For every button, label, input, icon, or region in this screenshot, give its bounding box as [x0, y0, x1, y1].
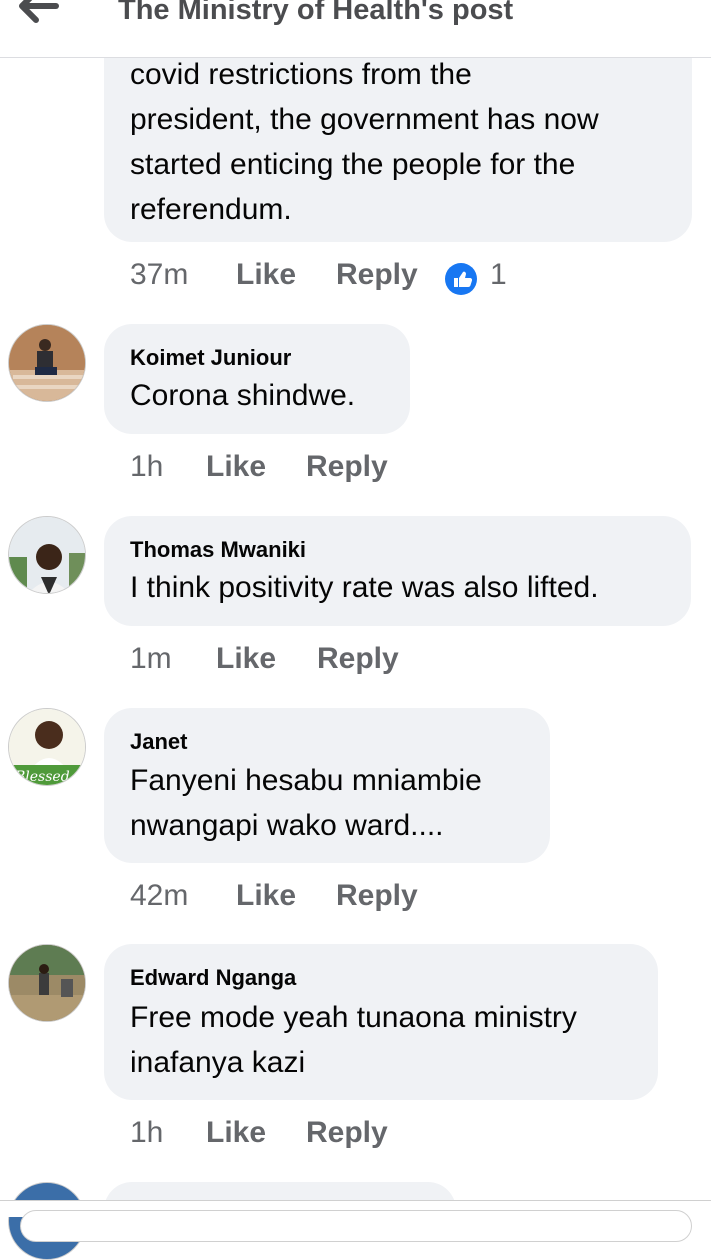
page-title: The Ministry of Health's post: [118, 0, 514, 26]
like-reaction-icon: [444, 262, 478, 304]
comment-text: Fanyeni hesabu mniambie nwangapi wako wa…: [130, 764, 482, 842]
comment-text: I think positivity rate was also lifted.: [130, 571, 599, 604]
comment-time: 37m: [130, 258, 189, 291]
comment-author[interactable]: Edward Nganga: [130, 965, 296, 991]
avatar[interactable]: Blessed: [8, 708, 86, 786]
avatar-caption: Blessed: [14, 769, 70, 785]
comment-author[interactable]: Koimet Juniour: [130, 345, 291, 371]
reply-button[interactable]: Reply: [306, 450, 388, 484]
comment-time: 1h: [130, 1116, 164, 1149]
reply-button[interactable]: Reply: [317, 642, 399, 676]
comment-text: Corona shindwe.: [130, 379, 356, 412]
comment-author[interactable]: Janet: [130, 729, 187, 755]
like-button[interactable]: Like: [216, 642, 276, 676]
comment-bubble: covid restrictions from the president, t…: [104, 30, 692, 242]
avatar[interactable]: [8, 944, 86, 1022]
avatar[interactable]: [8, 324, 86, 402]
comment-author[interactable]: Thomas Mwaniki: [130, 537, 306, 563]
like-button[interactable]: Like: [206, 450, 266, 484]
like-button[interactable]: Like: [236, 879, 296, 913]
back-arrow-icon[interactable]: [16, 0, 64, 26]
comment-input[interactable]: [20, 1210, 692, 1242]
comment-bubble: Thomas Mwaniki I think positivity rate w…: [104, 516, 691, 626]
comment-text: Free mode yeah tunaona ministry inafanya…: [130, 1001, 577, 1079]
comment-bubble: Edward Nganga Free mode yeah tunaona min…: [104, 944, 658, 1100]
like-button[interactable]: Like: [206, 1116, 266, 1150]
top-bar: The Ministry of Health's post: [0, 0, 711, 58]
like-button[interactable]: Like: [236, 258, 296, 292]
comment-time: 1h: [130, 450, 164, 483]
comment-time: 1m: [130, 642, 172, 675]
comment-text: covid restrictions from the president, t…: [130, 58, 599, 226]
comment-bubble: Koimet Juniour Corona shindwe.: [104, 324, 410, 434]
reaction-count: 1: [490, 258, 507, 291]
comment-bubble: Janet Fanyeni hesabu mniambie nwangapi w…: [104, 708, 550, 863]
comment-time: 42m: [130, 879, 189, 912]
avatar[interactable]: [8, 516, 86, 594]
reply-button[interactable]: Reply: [306, 1116, 388, 1150]
reply-button[interactable]: Reply: [336, 879, 418, 913]
reply-button[interactable]: Reply: [336, 258, 418, 292]
